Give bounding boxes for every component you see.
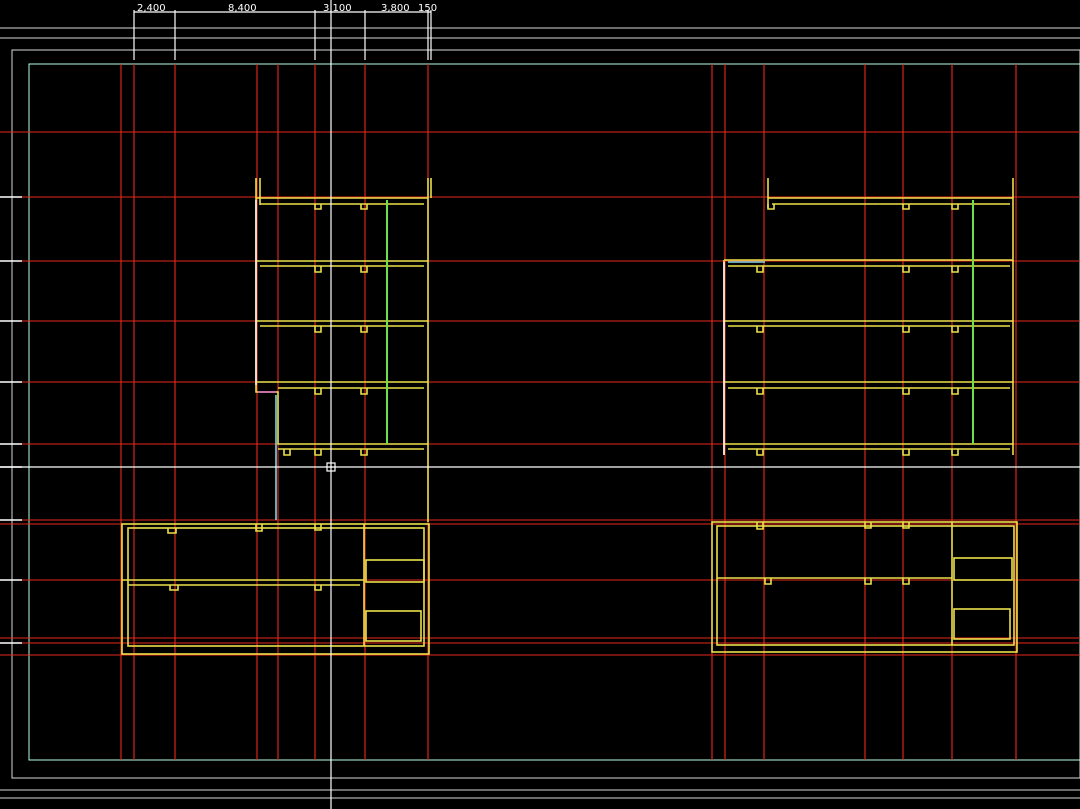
cad-drawing-canvas[interactable]: 2,400 8,400 3,100 3,800 150 — [0, 0, 1080, 809]
dimension-label-2400: 2,400 — [137, 3, 166, 14]
dimension-label-8400: 8,400 — [228, 3, 257, 14]
dimension-label-150: 150 — [418, 3, 437, 14]
dimension-label-3800: 3,800 — [381, 3, 410, 14]
dimension-label-3100: 3,100 — [323, 3, 352, 14]
